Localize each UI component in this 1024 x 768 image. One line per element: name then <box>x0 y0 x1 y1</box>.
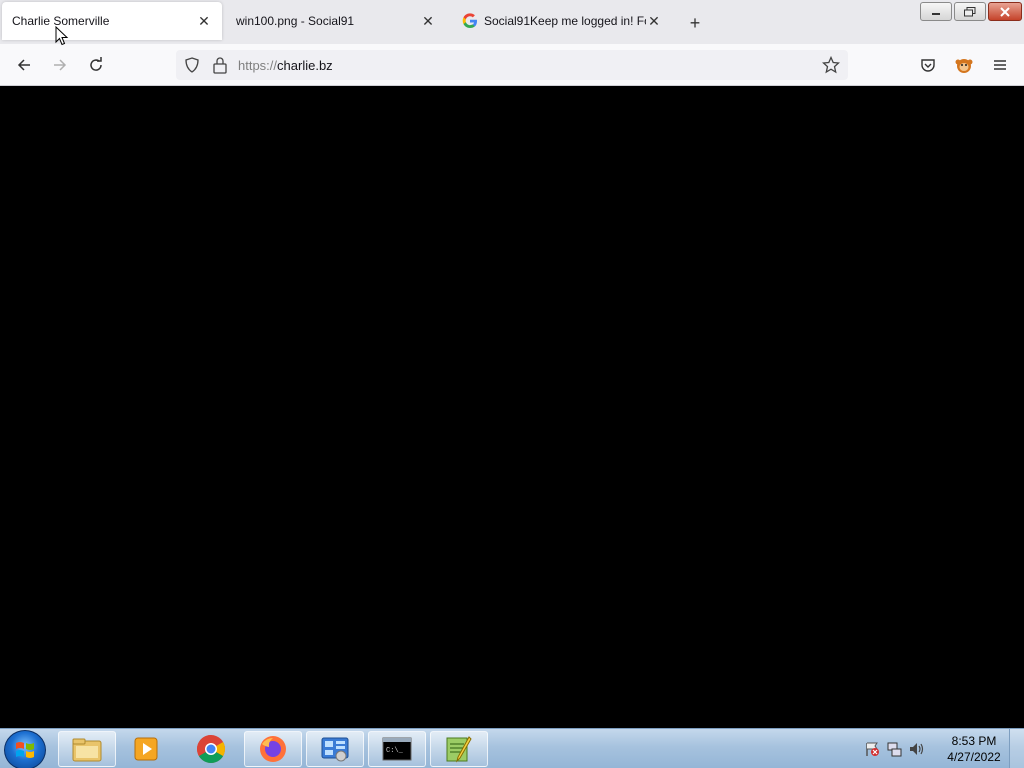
media-player-icon <box>134 737 158 761</box>
back-arrow-icon <box>17 59 30 71</box>
network-icon[interactable] <box>886 741 902 757</box>
google-g-icon <box>462 13 477 28</box>
bookmark-star-icon[interactable] <box>822 56 840 74</box>
tab-strip: Charlie Somerville ✕ win100.png - Social… <box>0 0 1024 44</box>
show-desktop-button[interactable] <box>1009 729 1024 768</box>
close-window-button[interactable] <box>988 2 1022 21</box>
lock-icon[interactable] <box>212 56 228 74</box>
address-bar[interactable]: https://charlie.bz <box>176 50 848 80</box>
extension-button[interactable] <box>952 54 976 76</box>
tab-close-icon[interactable]: ✕ <box>196 13 212 29</box>
tab-title: Social91Keep me logged in! For <box>484 14 646 28</box>
navigation-toolbar: https://charlie.bz <box>0 44 1024 86</box>
windows-logo-icon <box>16 742 34 758</box>
page-content[interactable] <box>0 86 1024 728</box>
close-icon <box>1000 6 1010 17</box>
tab-close-icon[interactable]: ✕ <box>420 13 436 29</box>
svg-text:C:\_: C:\_ <box>386 747 404 755</box>
minimize-button[interactable] <box>920 2 952 21</box>
reload-button[interactable] <box>84 54 108 76</box>
firefox-icon <box>260 736 286 762</box>
taskbar: C:\_ 8:53 PM 4/27/2022 <box>0 728 1024 768</box>
reload-icon <box>90 57 102 71</box>
window-controls <box>920 2 1022 21</box>
taskbar-command-prompt[interactable]: C:\_ <box>368 731 426 767</box>
tab-title: Charlie Somerville <box>12 14 110 28</box>
taskbar-chrome[interactable] <box>182 731 240 767</box>
taskbar-notepad-plus-plus[interactable] <box>430 731 488 767</box>
forward-button[interactable] <box>48 54 72 76</box>
clock-date: 4/27/2022 <box>947 750 1001 764</box>
tab-close-icon[interactable]: ✕ <box>646 13 662 29</box>
pocket-icon <box>921 59 935 72</box>
url-text: https://charlie.bz <box>238 58 333 73</box>
volume-icon[interactable] <box>908 741 926 757</box>
command-prompt-icon: C:\_ <box>382 737 412 761</box>
mouse-cursor-icon <box>55 26 69 46</box>
start-button[interactable] <box>4 730 46 768</box>
pocket-button[interactable] <box>916 54 940 76</box>
back-button[interactable] <box>12 54 36 76</box>
url-scheme: https:// <box>238 58 278 73</box>
hamburger-menu-icon <box>994 60 1006 70</box>
taskbar-clock[interactable]: 8:53 PM 4/27/2022 <box>940 733 1008 765</box>
tab-charlie-somerville[interactable]: Charlie Somerville ✕ <box>2 2 222 40</box>
url-host: charlie.bz <box>277 58 333 73</box>
restore-icon <box>964 6 976 16</box>
chrome-icon <box>197 735 225 763</box>
tracking-protection-shield-icon[interactable] <box>184 57 200 73</box>
forward-arrow-icon <box>54 59 67 71</box>
monkey-extension-icon <box>955 59 973 73</box>
folder-icon <box>72 738 102 762</box>
control-panel-icon <box>321 737 349 762</box>
tab-title: win100.png - Social91 <box>236 14 355 28</box>
action-center-flag-icon[interactable] <box>864 741 880 757</box>
clock-time: 8:53 PM <box>951 734 997 748</box>
taskbar-control-panel[interactable] <box>306 731 364 767</box>
taskbar-windows-explorer[interactable] <box>58 731 116 767</box>
tab-win100[interactable]: win100.png - Social91 ✕ <box>226 2 446 40</box>
taskbar-firefox[interactable] <box>244 731 302 767</box>
notepad-plus-plus-icon <box>446 736 472 763</box>
tab-social91-login[interactable]: Social91Keep me logged in! For ✕ <box>452 2 672 40</box>
taskbar-media-player[interactable] <box>118 731 176 767</box>
menu-button[interactable] <box>988 54 1012 76</box>
restore-button[interactable] <box>954 2 986 21</box>
system-tray <box>864 729 926 768</box>
minimize-icon <box>932 12 940 15</box>
new-tab-button[interactable]: + <box>684 12 706 34</box>
